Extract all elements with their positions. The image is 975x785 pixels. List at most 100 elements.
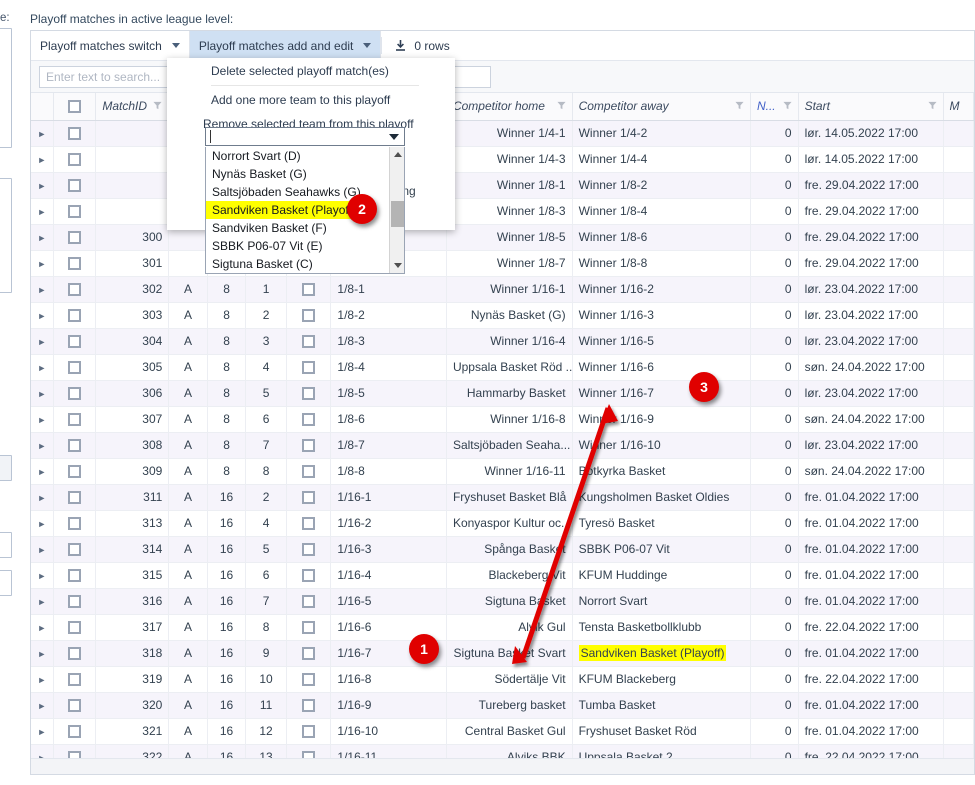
scrollbar-thumb[interactable] xyxy=(391,201,404,227)
checkbox-icon[interactable] xyxy=(302,699,316,713)
chevron-right-icon[interactable]: ► xyxy=(37,207,46,217)
checkbox-icon[interactable] xyxy=(302,309,316,323)
chevron-right-icon[interactable]: ► xyxy=(37,285,46,295)
checkbox-icon[interactable] xyxy=(302,439,316,453)
table-row[interactable]: ► 314 A 16 5 1/16-3 Spånga Basket SBBK P06-07 V… xyxy=(31,536,974,563)
table-row[interactable]: ► 313 A 16 4 1/16-2 Konyaspor Kultur oc... Tyre… xyxy=(31,510,974,537)
checkbox-icon[interactable] xyxy=(68,231,82,245)
row-expander[interactable]: ► xyxy=(31,718,54,745)
row-expander[interactable]: ► xyxy=(31,692,54,719)
row-expander[interactable]: ► xyxy=(31,588,54,615)
row-expander[interactable]: ► xyxy=(31,354,54,381)
row-select-checkbox[interactable] xyxy=(53,432,97,459)
chevron-down-icon[interactable] xyxy=(389,133,399,140)
checkbox-icon[interactable] xyxy=(68,257,82,271)
row-select-checkbox[interactable] xyxy=(53,328,97,355)
filter-icon[interactable] xyxy=(557,99,566,113)
row-flag-checkbox[interactable] xyxy=(286,562,332,589)
row-expander[interactable]: ► xyxy=(31,640,54,667)
row-flag-checkbox[interactable] xyxy=(286,692,332,719)
filter-icon[interactable] xyxy=(927,99,937,113)
checkbox-icon[interactable] xyxy=(302,673,316,687)
table-row[interactable]: ► 311 A 16 2 1/16-1 Fryshuset Basket Blå Kungsh… xyxy=(31,484,974,511)
table-row[interactable]: ► 318 A 16 9 1/16-7 Sigtuna Basket Svart Sandvi… xyxy=(31,640,974,667)
row-select-checkbox[interactable] xyxy=(53,718,97,745)
chevron-right-icon[interactable]: ► xyxy=(37,233,46,243)
checkbox-icon[interactable] xyxy=(68,335,82,349)
row-select-checkbox[interactable] xyxy=(53,692,97,719)
combobox-option[interactable]: Norrort Svart (D) xyxy=(206,147,404,165)
table-row[interactable]: ► 306 A 8 5 1/8-5 Hammarby Basket Winner 1/16-7… xyxy=(31,380,974,407)
chevron-right-icon[interactable]: ► xyxy=(37,415,46,425)
row-select-checkbox[interactable] xyxy=(53,458,97,485)
chevron-right-icon[interactable]: ► xyxy=(37,155,46,165)
checkbox-icon[interactable] xyxy=(68,361,82,375)
checkbox-icon[interactable] xyxy=(302,647,316,661)
table-row[interactable]: ► 315 A 16 6 1/16-4 Blackeberg Vit KFUM Hudding… xyxy=(31,562,974,589)
checkbox-icon[interactable] xyxy=(302,543,316,557)
checkbox-icon[interactable] xyxy=(68,621,82,635)
checkbox-icon[interactable] xyxy=(68,127,82,141)
checkbox-icon[interactable] xyxy=(302,491,316,505)
playoff-matches-switch-button[interactable]: Playoff matches switch xyxy=(31,31,190,60)
chevron-right-icon[interactable]: ► xyxy=(37,389,46,399)
checkbox-icon[interactable] xyxy=(302,725,316,739)
chevron-right-icon[interactable]: ► xyxy=(37,675,46,685)
row-select-checkbox[interactable] xyxy=(53,614,97,641)
checkbox-icon[interactable] xyxy=(302,283,316,297)
column-header-n[interactable]: N... xyxy=(750,93,799,121)
chevron-right-icon[interactable]: ► xyxy=(37,545,46,555)
row-select-checkbox[interactable] xyxy=(53,198,97,225)
scroll-down-arrow-icon[interactable] xyxy=(390,258,405,273)
chevron-right-icon[interactable]: ► xyxy=(37,493,46,503)
column-header-select[interactable] xyxy=(53,93,97,121)
row-select-checkbox[interactable] xyxy=(53,354,97,381)
table-row[interactable]: ► 305 A 8 4 1/8-4 Uppsala Basket Röd ... Winner… xyxy=(31,354,974,381)
playoff-matches-add-edit-button[interactable]: Playoff matches add and edit xyxy=(189,31,382,60)
chevron-right-icon[interactable]: ► xyxy=(37,727,46,737)
row-flag-checkbox[interactable] xyxy=(286,432,332,459)
table-row[interactable]: ► 302 A 8 1 1/8-1 Winner 1/16-1 Winner 1/16-2 0 l… xyxy=(31,276,974,303)
row-expander[interactable]: ► xyxy=(31,432,54,459)
chevron-right-icon[interactable]: ► xyxy=(37,259,46,269)
column-header-matchid[interactable]: MatchID xyxy=(95,93,170,121)
table-row[interactable]: ► 309 A 8 8 1/8-8 Winner 1/16-11 Botkyrka Baske… xyxy=(31,458,974,485)
row-flag-checkbox[interactable] xyxy=(286,380,332,407)
row-select-checkbox[interactable] xyxy=(53,406,97,433)
filter-icon[interactable] xyxy=(783,99,792,113)
column-header-start[interactable]: Start xyxy=(798,93,944,121)
remove-team-combobox[interactable] xyxy=(205,127,405,146)
chevron-right-icon[interactable]: ► xyxy=(37,597,46,607)
row-expander[interactable]: ► xyxy=(31,510,54,537)
row-flag-checkbox[interactable] xyxy=(286,536,332,563)
row-select-checkbox[interactable] xyxy=(53,380,97,407)
combobox-option[interactable]: Sandviken Basket (Playoff) xyxy=(206,201,360,219)
row-flag-checkbox[interactable] xyxy=(286,666,332,693)
combobox-option[interactable]: Sigtuna Basket (C) xyxy=(206,255,404,273)
checkbox-icon[interactable] xyxy=(302,361,316,375)
checkbox-icon[interactable] xyxy=(302,517,316,531)
checkbox-icon[interactable] xyxy=(68,153,82,167)
combobox-option[interactable]: Sandviken Basket (F) xyxy=(206,219,404,237)
checkbox-icon[interactable] xyxy=(68,179,82,193)
row-expander[interactable]: ► xyxy=(31,328,54,355)
checkbox-icon[interactable] xyxy=(68,647,82,661)
column-header-expander[interactable] xyxy=(31,93,54,121)
chevron-right-icon[interactable]: ► xyxy=(37,363,46,373)
filter-icon[interactable] xyxy=(153,99,162,113)
checkbox-icon[interactable] xyxy=(68,465,82,479)
combobox-scrollbar[interactable] xyxy=(389,147,404,273)
row-select-checkbox[interactable] xyxy=(53,588,97,615)
row-flag-checkbox[interactable] xyxy=(286,588,332,615)
row-select-checkbox[interactable] xyxy=(53,146,97,173)
table-row[interactable]: ► 307 A 8 6 1/8-6 Winner 1/16-8 Winner 1/16-9 0 s… xyxy=(31,406,974,433)
row-expander[interactable]: ► xyxy=(31,198,54,225)
checkbox-icon[interactable] xyxy=(68,205,82,219)
chevron-right-icon[interactable]: ► xyxy=(37,649,46,659)
checkbox-icon[interactable] xyxy=(302,465,316,479)
horizontal-scrollbar[interactable] xyxy=(31,758,974,774)
table-row[interactable]: ► 308 A 8 7 1/8-7 Saltsjöbaden Seaha... Winner … xyxy=(31,432,974,459)
column-header-m[interactable]: M xyxy=(943,93,974,121)
row-expander[interactable]: ► xyxy=(31,406,54,433)
checkbox-icon[interactable] xyxy=(302,413,316,427)
